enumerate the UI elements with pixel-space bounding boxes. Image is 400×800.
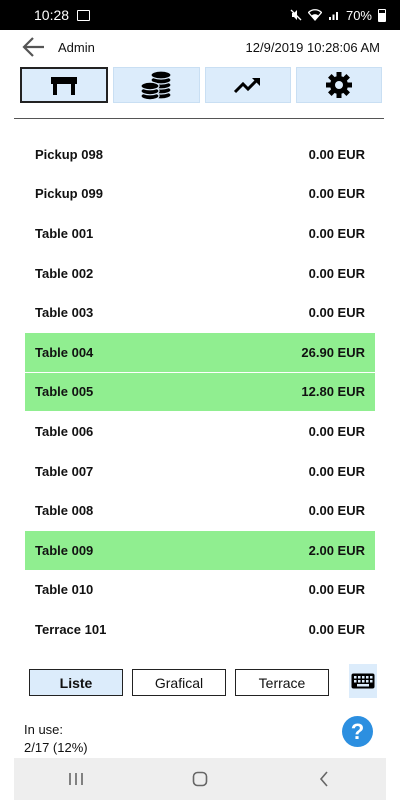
- table-name: Table 006: [35, 423, 94, 439]
- table-amount: 0.00 EUR: [308, 503, 365, 519]
- table-amount: 2.00 EUR: [308, 542, 365, 558]
- table-row[interactable]: Table 005 12.80 EUR: [25, 372, 375, 413]
- table-row[interactable]: Table 002 0.00 EUR: [25, 254, 375, 294]
- datetime: 12/9/2019 10:28:06 AM: [245, 40, 380, 55]
- table-row[interactable]: Table 006 0.00 EUR: [25, 412, 375, 452]
- keyboard-icon: [351, 673, 375, 689]
- cash-button[interactable]: [113, 67, 200, 103]
- in-use-value: 2/17 (12%): [24, 740, 88, 755]
- table-amount: 0.00 EUR: [308, 423, 365, 439]
- table-amount: 12.80 EUR: [301, 384, 365, 400]
- table-row[interactable]: Pickup 099 0.00 EUR: [25, 175, 375, 215]
- table-name: Pickup 098: [35, 146, 103, 162]
- table-amount: 0.00 EUR: [308, 305, 365, 321]
- table-row[interactable]: Pickup 098 0.00 EUR: [25, 135, 375, 175]
- status-time: 10:28: [34, 7, 70, 23]
- signal-icon: [328, 12, 338, 20]
- header: Admin 12/9/2019 10:28:06 AM: [0, 30, 400, 64]
- table-name: Table 003: [35, 305, 94, 321]
- table-amount: 26.90 EUR: [301, 344, 365, 360]
- table-row[interactable]: Table 001 0.00 EUR: [25, 214, 375, 254]
- battery-icon: [378, 8, 386, 22]
- table-name: Table 001: [35, 225, 94, 241]
- view-tab-terrace[interactable]: Terrace: [235, 669, 329, 696]
- wifi-icon: [307, 9, 322, 21]
- table-name: Table 005: [35, 384, 94, 400]
- view-tab-grafical[interactable]: Grafical: [132, 669, 226, 696]
- in-use-label: In use:: [24, 722, 64, 737]
- view-tabs: Liste Grafical Terrace: [29, 669, 339, 696]
- table-list: Pickup 098 0.00 EUR Pickup 099 0.00 EUR Tabl…: [25, 135, 375, 650]
- table-row[interactable]: Table 010 0.00 EUR: [25, 571, 375, 611]
- home-icon: [192, 771, 208, 787]
- statistics-button[interactable]: [204, 67, 291, 103]
- back-arrow-icon[interactable]: [22, 36, 46, 58]
- nav-back-button[interactable]: [304, 764, 344, 794]
- tables-button[interactable]: [20, 67, 109, 103]
- user-name: Admin: [58, 40, 95, 55]
- settings-button[interactable]: [295, 67, 382, 103]
- help-button[interactable]: ?: [342, 716, 373, 747]
- android-nav-bar: [14, 758, 386, 800]
- table-name: Table 010: [35, 582, 94, 598]
- table-icon: [51, 77, 78, 95]
- home-button[interactable]: [180, 764, 220, 794]
- table-row[interactable]: Table 007 0.00 EUR: [25, 452, 375, 492]
- table-amount: 0.00 EUR: [308, 146, 365, 162]
- table-name: Table 007: [35, 463, 94, 479]
- trend-up-icon: [233, 77, 260, 94]
- keyboard-button[interactable]: [349, 664, 377, 698]
- recent-apps-icon: [69, 773, 83, 785]
- battery-percent: 70%: [345, 7, 372, 23]
- table-name: Table 009: [35, 542, 94, 558]
- table-name: Table 008: [35, 503, 94, 519]
- table-name: Table 002: [35, 265, 94, 281]
- table-row[interactable]: Table 003 0.00 EUR: [25, 293, 375, 333]
- table-name: Table 004: [35, 344, 94, 360]
- table-name: Pickup 099: [35, 186, 103, 202]
- table-row[interactable]: Table 004 26.90 EUR: [25, 332, 375, 373]
- header-divider: [14, 118, 384, 119]
- image-notification-icon: [77, 9, 91, 21]
- table-amount: 0.00 EUR: [308, 582, 365, 598]
- table-row[interactable]: Table 009 2.00 EUR: [25, 530, 375, 571]
- table-row[interactable]: Table 008 0.00 EUR: [25, 491, 375, 531]
- view-tab-liste[interactable]: Liste: [29, 669, 123, 696]
- table-amount: 0.00 EUR: [308, 463, 365, 479]
- status-bar: 10:28 70%: [0, 0, 400, 30]
- table-name: Terrace 101: [35, 621, 107, 637]
- table-amount: 0.00 EUR: [308, 265, 365, 281]
- table-amount: 0.00 EUR: [308, 225, 365, 241]
- gear-icon: [325, 72, 352, 98]
- coins-icon: [140, 70, 172, 101]
- main-toolbar: [20, 67, 382, 103]
- mute-icon: [290, 9, 302, 21]
- nav-back-icon: [319, 771, 328, 787]
- table-amount: 0.00 EUR: [308, 186, 365, 202]
- recent-apps-button[interactable]: [56, 764, 96, 794]
- table-amount: 0.00 EUR: [308, 621, 365, 637]
- table-row[interactable]: Terrace 101 0.00 EUR: [25, 610, 375, 650]
